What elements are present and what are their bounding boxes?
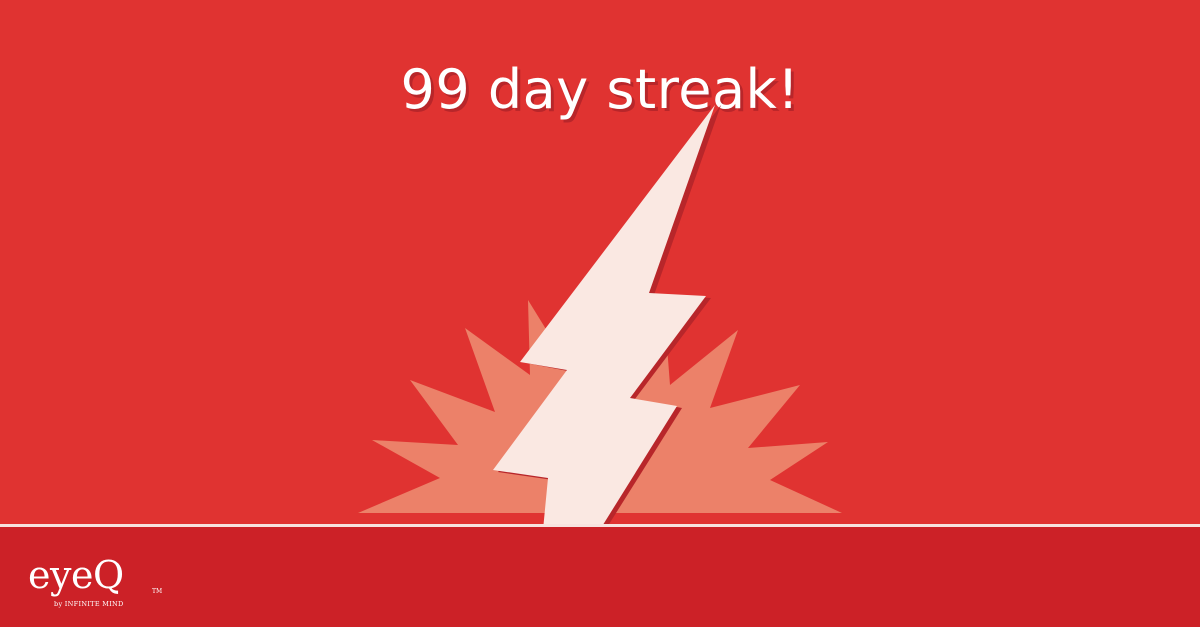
eyeq-logo: eyeQ TM by INFINITE MIND [28,553,168,613]
logo-wordmark: eyeQ [28,553,124,597]
footer-bar [0,527,1200,627]
share-card: 99 day streak! eyeQ TM by INFINITE MIND [0,0,1200,627]
logo-trademark: TM [152,588,163,595]
logo-tagline: by INFINITE MIND [54,600,124,608]
